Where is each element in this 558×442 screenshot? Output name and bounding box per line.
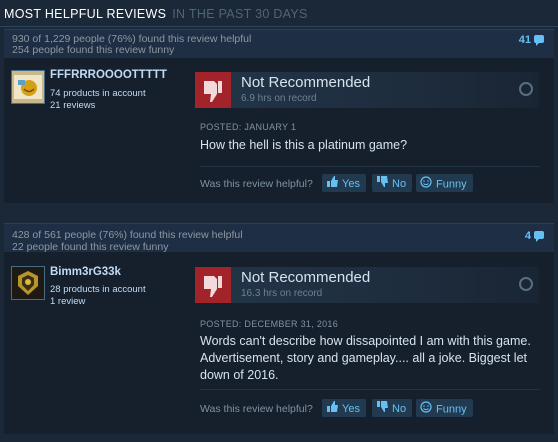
comment-bubble-icon <box>534 231 544 242</box>
hours-on-record: 16.3 hrs on record <box>241 288 323 299</box>
header-main-title: MOST HELPFUL REVIEWS <box>4 7 167 21</box>
review-helpful-bar: 930 of 1,229 people (76%) found this rev… <box>4 30 554 58</box>
thumbs-up-icon <box>326 176 338 190</box>
reviewer-name[interactable]: FFFRRROOOOTTTTT <box>50 69 167 81</box>
no-button[interactable]: No <box>372 174 413 192</box>
hours-on-record: 6.9 hrs on record <box>241 93 317 104</box>
thumbs-up-icon <box>326 401 338 415</box>
funny-label: Funny <box>436 178 467 191</box>
header-subtitle: IN THE PAST 30 DAYS <box>172 7 308 21</box>
review-helpful-bar: 428 of 561 people (76%) found this revie… <box>4 224 554 253</box>
steam-icon <box>519 277 533 291</box>
no-label: No <box>392 177 407 190</box>
comment-count-link[interactable]: 41 <box>519 34 544 46</box>
divider <box>200 389 540 390</box>
smiley-icon <box>420 176 432 191</box>
thumbs-down-icon <box>195 267 231 303</box>
thumbs-down-icon <box>195 72 231 108</box>
review-text: Words can't describe how dissapointed I … <box>200 334 531 382</box>
yes-button[interactable]: Yes <box>322 174 366 192</box>
comment-count: 41 <box>518 34 531 46</box>
yes-button[interactable]: Yes <box>322 399 366 417</box>
avatar[interactable] <box>11 70 45 104</box>
helpful-question: Was this review helpful? <box>200 403 313 415</box>
funny-label: Funny <box>436 403 467 416</box>
verdict-label: Not Recommended <box>241 74 371 91</box>
yes-label: Yes <box>342 177 360 190</box>
avatar[interactable] <box>11 266 45 300</box>
products-count[interactable]: 74 products in account <box>50 88 146 99</box>
yes-label: Yes <box>342 402 360 415</box>
no-button[interactable]: No <box>372 399 413 417</box>
review-card: 930 of 1,229 people (76%) found this rev… <box>4 29 554 203</box>
avatar-image <box>12 71 44 103</box>
reviews-header: MOST HELPFUL REVIEWS IN THE PAST 30 DAYS <box>0 0 558 27</box>
posted-date: POSTED: DECEMBER 31, 2016 <box>200 319 339 329</box>
reviewer-name[interactable]: Bimm3rG33k <box>50 266 121 278</box>
posted-date: POSTED: JANUARY 1 <box>200 122 297 132</box>
recommendation-box[interactable]: Not Recommended 6.9 hrs on record <box>195 72 539 108</box>
comment-bubble-icon <box>534 35 544 46</box>
review-card: 428 of 561 people (76%) found this revie… <box>4 223 554 434</box>
review-text: How the hell is this a platinum game? <box>200 138 408 152</box>
products-count[interactable]: 28 products in account <box>50 284 146 295</box>
avatar-image <box>12 267 44 299</box>
thumbs-down-small-icon <box>376 176 388 190</box>
funny-count-text: 22 people found this review funny <box>12 241 169 253</box>
smiley-icon <box>420 401 432 416</box>
funny-button[interactable]: Funny <box>416 399 473 417</box>
reviews-header-title: MOST HELPFUL REVIEWS IN THE PAST 30 DAYS <box>4 7 308 21</box>
divider <box>200 166 540 167</box>
thumbs-down-small-icon <box>376 401 388 415</box>
comment-count: 4 <box>524 230 531 242</box>
funny-button[interactable]: Funny <box>416 174 473 192</box>
reviews-count[interactable]: 21 reviews <box>50 100 95 111</box>
recommendation-box[interactable]: Not Recommended 16.3 hrs on record <box>195 267 539 303</box>
helpful-count-text: 428 of 561 people (76%) found this revie… <box>12 229 243 241</box>
reviews-count[interactable]: 1 review <box>50 296 85 307</box>
no-label: No <box>392 402 407 415</box>
helpful-question: Was this review helpful? <box>200 178 313 190</box>
funny-count-text: 254 people found this review funny <box>12 44 175 56</box>
verdict-label: Not Recommended <box>241 269 371 286</box>
steam-icon <box>519 82 533 96</box>
comment-count-link[interactable]: 4 <box>525 230 544 242</box>
